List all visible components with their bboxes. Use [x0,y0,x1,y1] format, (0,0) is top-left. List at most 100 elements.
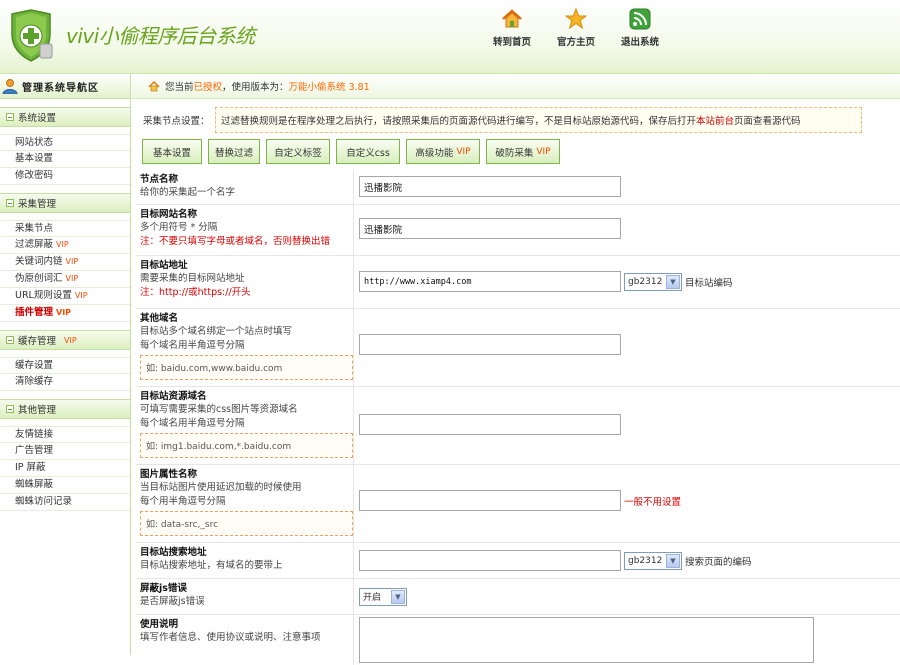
usage-textarea[interactable] [359,617,814,663]
target-encoding-select[interactable]: gb2312 ▼ [624,272,682,291]
field-title: 节点名称 [140,174,179,185]
sidebar-item-cache-settings[interactable]: 缓存设置 [0,357,130,374]
field-desc: 当目标站图片使用延迟加载的时候使用 [140,482,302,493]
form-row-node-name: 节点名称 给你的采集起一个名字 迅播影院 [136,170,900,205]
sidebar-item-collect-node[interactable]: 采集节点 [0,220,130,237]
select-value: gb2312 [628,555,663,566]
sidebar-item-site-status[interactable]: 网站状态 [0,134,130,151]
chevron-down-icon: ▼ [666,553,680,568]
target-name-input[interactable]: 迅播影院 [359,218,621,239]
sidebar-group-collect[interactable]: 采集管理 [0,193,130,213]
field-desc: 每个域名用半角逗号分隔 [140,418,245,429]
breadcrumb: 您当前 已授权 ，使用版本为： 万能小偷系统 3.81 [132,74,900,99]
nav-logout[interactable]: 退出系统 [610,8,670,48]
field-desc: 每个域名用半角逗号分隔 [140,340,245,351]
tab-custom-tags[interactable]: 自定义标签 [266,139,330,164]
other-domains-input[interactable] [359,334,621,355]
select-value: gb2312 [628,276,663,287]
home-icon [502,9,522,28]
nav-official-label: 官方主页 [556,37,595,48]
field-label: 节点名称 给你的采集起一个名字 [136,170,354,204]
target-url-input[interactable]: http://www.xiamp4.com [359,271,621,292]
chevron-down-icon: ▼ [391,589,405,604]
vip-badge: VIP [64,335,77,345]
sidebar-item-plugins[interactable]: 插件管理 VIP [0,305,130,322]
sidebar-item-ip-block[interactable]: IP 屏蔽 [0,460,130,477]
tab-advanced[interactable]: 高级功能 VIP [406,139,480,164]
collapse-icon [6,113,14,121]
node-name-input[interactable]: 迅播影院 [359,176,621,197]
breadcrumb-version: 万能小偷系统 3.81 [288,82,370,93]
field-example: 如: baidu.com,www.baidu.com [140,355,353,380]
sidebar-item-friend-links[interactable]: 友情链接 [0,426,130,443]
block-js-select[interactable]: 开启 ▼ [359,587,407,606]
form-row-search-url: 目标站搜索地址 目标站搜索地址，有域名的要带上 gb2312 ▼ 搜索页面的编码 [136,543,900,579]
sidebar-item-pseudo-original[interactable]: 伪原创词汇 VIP [0,271,130,288]
form-row-usage: 使用说明 填写作者信息、使用协议或说明、注意事项 [136,615,900,665]
tab-custom-css[interactable]: 自定义css [336,139,400,164]
tab-basic-settings[interactable]: 基本设置 [142,139,202,164]
search-url-input[interactable] [359,550,621,571]
nav-official[interactable]: 官方主页 [546,8,606,48]
field-title: 屏蔽js错误 [140,583,187,594]
sidebar-item-spider-block[interactable]: 蜘蛛屏蔽 [0,477,130,494]
main-content: 您当前 已授权 ，使用版本为： 万能小偷系统 3.81 采集节点设置： 过滤替换规则是… [132,74,900,665]
field-value [354,615,900,665]
notice-text-after: 页面查看源代码 [734,116,801,127]
field-label: 目标站资源域名 可填写需要采集的css图片等资源域名 每个域名用半角逗号分隔 如… [136,387,354,464]
star-icon [565,8,587,30]
vip-badge: VIP [65,257,79,266]
sidebar-list-cache: 缓存设置 清除缓存 [0,357,130,391]
sidebar-title: 管理系统导航区 [0,74,130,99]
app-title: vivi小偷程序后台系统 [66,24,255,48]
nav-home[interactable]: 转到首页 [482,8,542,48]
field-desc: 可填写需要采集的css图片等资源域名 [140,404,298,415]
sidebar-item-clear-cache[interactable]: 清除缓存 [0,374,130,391]
form-row-image-attr: 图片属性名称 当目标站图片使用延迟加载的时候使用 每个用半角逗号分隔 如: da… [136,465,900,543]
sidebar-item-filter[interactable]: 过滤屏蔽 VIP [0,237,130,254]
image-attr-input[interactable] [359,490,621,511]
field-title: 其他域名 [140,313,179,324]
settings-tabs: 基本设置 替换过滤 自定义标签 自定义css 高级功能 VIP 破防采集 VIP [142,139,560,164]
field-title: 目标站搜索地址 [140,547,207,558]
field-desc: 给你的采集起一个名字 [140,187,236,198]
tab-replace-filter[interactable]: 替换过滤 [208,139,260,164]
field-hint: 一般不用设置 [624,497,682,508]
field-label: 屏蔽js错误 是否屏蔽js错误 [136,579,354,614]
tab-anti-block[interactable]: 破防采集 VIP [486,139,560,164]
field-example: 如: img1.baidu.com,*.baidu.com [140,433,353,458]
vip-badge: VIP [56,240,69,249]
notice-label: 采集节点设置： [143,116,210,127]
tab-label: 高级功能 [415,147,454,159]
sidebar-item-spider-log[interactable]: 蜘蛛访问记录 [0,494,130,511]
sidebar-item-url-rules[interactable]: URL规则设置 VIP [0,288,130,305]
sidebar-list-system: 网站状态 基本设置 修改密码 [0,134,130,185]
field-title: 图片属性名称 [140,469,198,480]
sidebar-item-ads[interactable]: 广告管理 [0,443,130,460]
field-label: 其他域名 目标站多个域名绑定一个站点时填写 每个域名用半角逗号分隔 如: bai… [136,309,354,386]
notice-frontend-link[interactable]: 本站前台 [696,113,734,127]
breadcrumb-authorized: 已授权 [193,82,223,93]
select-value: 开启 [363,593,382,603]
field-label: 使用说明 填写作者信息、使用协议或说明、注意事项 [136,615,354,665]
sidebar-item-basic-settings[interactable]: 基本设置 [0,151,130,168]
sidebar-list-collect: 采集节点 过滤屏蔽 VIP 关键词内链 VIP 伪原创词汇 VIP URL规则设置 VI… [0,220,130,322]
field-value: 迅播影院 [354,170,900,204]
collapse-icon [6,336,14,344]
field-title: 使用说明 [140,619,179,630]
nav-logout-label: 退出系统 [620,37,659,48]
sidebar-item-keyword-links[interactable]: 关键词内链 VIP [0,254,130,271]
sidebar-group-cache[interactable]: 缓存管理 VIP [0,330,130,350]
field-title: 目标网站名称 [140,209,198,220]
field-desc: 填写作者信息、使用协议或说明、注意事项 [140,632,321,643]
field-label: 图片属性名称 当目标站图片使用延迟加载的时候使用 每个用半角逗号分隔 如: da… [136,465,354,542]
sidebar-group-other[interactable]: 其他管理 [0,399,130,419]
sidebar-group-system[interactable]: 系统设置 [0,107,130,127]
search-encoding-select[interactable]: gb2312 ▼ [624,551,682,570]
sidebar-item-change-password[interactable]: 修改密码 [0,168,130,185]
field-hint: 搜索页面的编码 [685,556,752,568]
form-row-other-domains: 其他域名 目标站多个域名绑定一个站点时填写 每个域名用半角逗号分隔 如: bai… [136,309,900,387]
collapse-icon [6,199,14,207]
resource-domains-input[interactable] [359,414,621,435]
field-value: 一般不用设置 [354,465,900,542]
